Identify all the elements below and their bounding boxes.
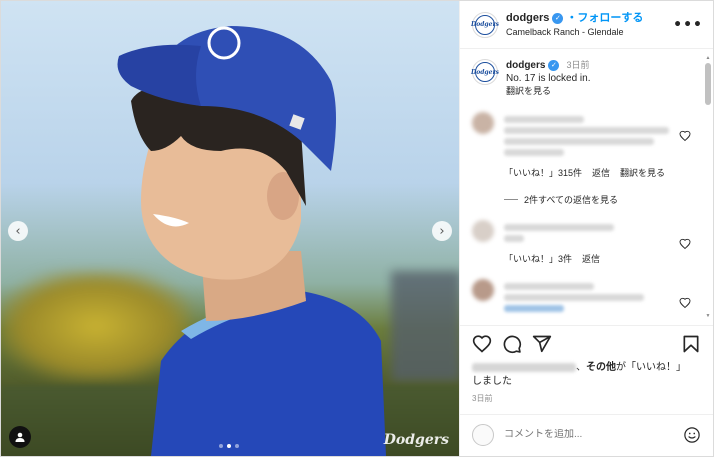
post-date[interactable]: 3日前 (460, 389, 713, 404)
comment-button[interactable] (502, 334, 522, 354)
caption-time: 3日前 (566, 59, 590, 70)
verified-icon: ✓ (552, 12, 564, 24)
liker-name-blurred[interactable] (472, 362, 576, 372)
user-tag-icon[interactable] (9, 426, 31, 448)
comment-text-blurred (504, 279, 674, 316)
carousel-dot (219, 444, 223, 448)
translate-link[interactable]: 翻訳を見る (506, 86, 591, 98)
comments-scrollbar[interactable]: ▲ ▼ (705, 55, 711, 319)
carousel-dot-active (227, 444, 231, 448)
action-bar (460, 325, 713, 361)
comment-likes[interactable]: 「いいね！」3件 (504, 252, 572, 265)
save-button[interactable] (681, 334, 701, 354)
caption-text: No. 17 is locked in. (506, 73, 591, 84)
scrollbar-thumb[interactable] (705, 63, 711, 105)
player-illustration (117, 26, 386, 456)
comment-meta: 「いいね！」315件 返信 翻訳を見る (504, 166, 699, 179)
chevron-left-icon[interactable]: ‹ (8, 221, 28, 241)
translate-link[interactable]: 翻訳を見る (620, 166, 665, 179)
commenter-avatar[interactable] (472, 111, 494, 134)
scroll-down-arrow-icon[interactable]: ▼ (705, 313, 711, 319)
username-link[interactable]: dodgers (506, 12, 549, 25)
like-button[interactable] (472, 334, 492, 354)
post-sidebar: Dodgers dodgers ✓ ・フォローする Camelback Ranc… (459, 1, 713, 456)
share-button[interactable] (532, 334, 552, 354)
current-user-avatar[interactable] (472, 423, 494, 446)
comments-list: ▲ ▼ Dodgers dodgers ✓ 3日前 No. 17 is lock… (460, 49, 713, 325)
dodgers-logo: Dodgers (471, 62, 499, 82)
carousel-dots (219, 444, 239, 448)
likes-separator: 、 (576, 362, 586, 373)
likes-suffix: が「いいね！」 (616, 362, 686, 373)
verified-icon: ✓ (548, 60, 560, 71)
more-options-icon[interactable]: ••• (673, 17, 703, 33)
chevron-right-icon[interactable]: › (432, 221, 452, 241)
comment-input[interactable] (504, 429, 683, 440)
avatar[interactable]: Dodgers (471, 11, 499, 38)
likes-summary: 、その他が「いいね！」 しました (460, 361, 713, 389)
replies-divider (504, 198, 518, 200)
view-replies-label: 2件すべての返信を見る (524, 194, 619, 205)
comment-heart-icon[interactable] (679, 238, 691, 250)
view-replies-button[interactable]: 2件すべての返信を見る (504, 193, 699, 206)
comment-item (472, 278, 699, 316)
comment-meta: 「いいね！」3件 返信 (504, 252, 699, 265)
heart-icon (472, 334, 492, 353)
comment-heart-icon[interactable] (679, 297, 691, 309)
follow-button[interactable]: ・フォローする (566, 12, 643, 25)
comment-icon (503, 335, 522, 353)
others-link[interactable]: その他 (586, 362, 616, 373)
dodgers-logo: Dodgers (471, 14, 499, 35)
scroll-up-arrow-icon[interactable]: ▲ (705, 55, 711, 61)
caption-username[interactable]: dodgers (506, 59, 545, 72)
comment-likes[interactable]: 「いいね！」315件 (504, 166, 582, 179)
comment-item (472, 219, 699, 249)
instagram-post-modal: ‹ › Dodgers Dodgers dodgers ✓ ・フォローする Ca… (0, 0, 714, 457)
location-link[interactable]: Camelback Ranch - Glendale (506, 27, 673, 38)
caption-avatar[interactable]: Dodgers (471, 59, 499, 85)
add-comment-bar (460, 414, 713, 454)
commenter-avatar[interactable] (472, 278, 494, 301)
comment-heart-icon[interactable] (679, 130, 691, 142)
post-photo[interactable]: ‹ › Dodgers (1, 1, 459, 456)
post-caption: Dodgers dodgers ✓ 3日前 No. 17 is locked i… (471, 59, 699, 98)
comment-item (472, 111, 699, 160)
reply-button[interactable]: 返信 (582, 252, 600, 265)
emoji-icon[interactable] (683, 426, 701, 444)
likes-line2: しました (472, 376, 512, 387)
dodgers-watermark: Dodgers (383, 432, 449, 448)
bookmark-icon (683, 335, 699, 352)
share-icon (532, 335, 552, 352)
reply-button[interactable]: 返信 (592, 166, 610, 179)
user-silhouette-icon (15, 432, 25, 442)
post-header: Dodgers dodgers ✓ ・フォローする Camelback Ranc… (460, 1, 713, 49)
comment-text-blurred (504, 220, 674, 246)
carousel-dot (235, 444, 239, 448)
commenter-avatar[interactable] (472, 219, 494, 242)
comment-text-blurred (504, 112, 674, 160)
